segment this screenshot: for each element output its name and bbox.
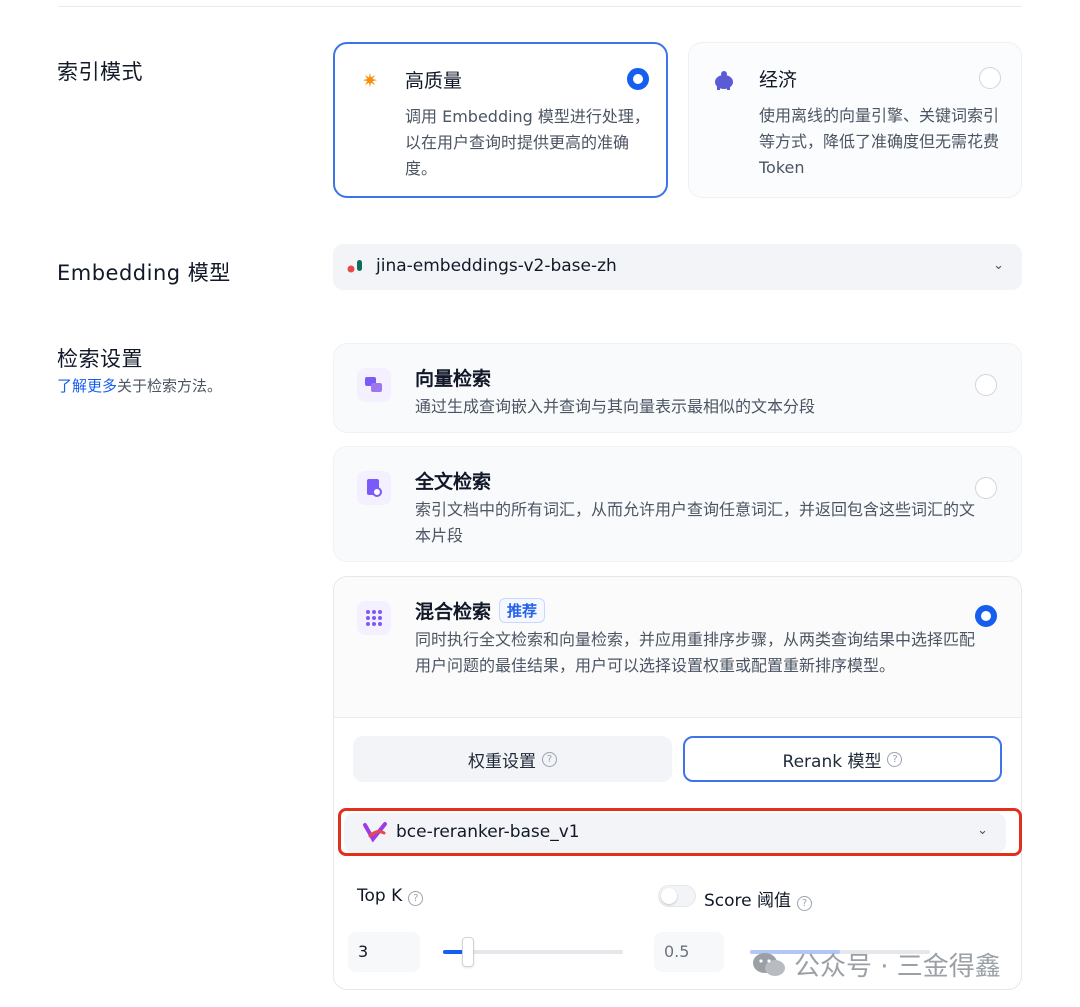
- mode-desc: 使用离线的向量引擎、关键词索引等方式，降低了准确度但无需花费 Token: [759, 106, 1000, 177]
- highlight-outline: [338, 808, 1022, 856]
- vector-search-icon: [357, 368, 391, 402]
- embedding-model-label: Embedding 模型: [57, 261, 231, 285]
- tab-rerank-model[interactable]: Rerank 模型?: [683, 736, 1002, 782]
- index-mode-label: 索引模式: [57, 60, 143, 84]
- jina-logo-icon: [347, 259, 365, 275]
- retrieval-radio-vector[interactable]: [975, 374, 997, 396]
- score-threshold-input[interactable]: 0.5: [654, 932, 724, 972]
- retrieval-radio-hybrid[interactable]: [975, 605, 997, 627]
- embedding-model-select[interactable]: jina-embeddings-v2-base-zh ⌄: [333, 244, 1022, 290]
- hybrid-header[interactable]: 混合检索 推荐 同时执行全文检索和向量检索，并应用重排序步骤，从两类查询结果中选择…: [334, 577, 1021, 718]
- watermark-text: 公众号 · 三金得鑫: [794, 952, 1001, 982]
- mode-radio-high-quality[interactable]: [627, 68, 649, 90]
- chevron-down-icon: ⌄: [993, 258, 1004, 273]
- retrieval-desc: 索引文档中的所有词汇，从而允许用户查询任意词汇，并返回包含这些词汇的文本片段: [415, 500, 976, 545]
- help-icon[interactable]: ?: [887, 751, 903, 767]
- retrieval-option-vector[interactable]: 向量检索 通过生成查询嵌入并查询与其向量表示最相似的文本分段: [333, 343, 1022, 433]
- retrieval-help-text: 了解更多关于检索方法。: [57, 377, 223, 395]
- hybrid-search-icon: [357, 601, 391, 635]
- retrieval-title: 全文检索: [415, 471, 492, 493]
- wechat-icon: [752, 951, 786, 979]
- help-icon[interactable]: ?: [408, 891, 424, 906]
- mode-title: 高质量: [405, 70, 463, 92]
- help-icon[interactable]: ?: [542, 751, 557, 767]
- sun-icon: ✷: [362, 70, 378, 92]
- piggy-bank-icon: [711, 67, 737, 93]
- top-k-slider[interactable]: [443, 937, 623, 967]
- retrieval-option-fulltext[interactable]: 全文检索 索引文档中的所有词汇，从而允许用户查询任意词汇，并返回包含这些词汇的文…: [333, 446, 1022, 562]
- mode-desc: 调用 Embedding 模型进行处理，以在用户查询时提供更高的准确度。: [405, 107, 650, 178]
- fulltext-search-icon: [357, 471, 391, 505]
- retrieval-desc: 通过生成查询嵌入并查询与其向量表示最相似的文本分段: [415, 397, 816, 416]
- embedding-model-value: jina-embeddings-v2-base-zh: [376, 256, 617, 276]
- top-k-slider-thumb[interactable]: [462, 937, 475, 967]
- toggle-knob: [661, 888, 677, 904]
- retrieval-title: 向量检索: [415, 368, 492, 390]
- help-icon[interactable]: ?: [797, 896, 813, 911]
- learn-more-link[interactable]: 了解更多: [57, 377, 117, 395]
- recommended-badge: 推荐: [499, 598, 546, 623]
- score-threshold-label: Score 阈值?: [704, 886, 813, 911]
- top-k-input[interactable]: 3: [348, 932, 420, 972]
- retrieval-radio-fulltext[interactable]: [975, 477, 997, 499]
- mode-title: 经济: [759, 69, 798, 91]
- retrieval-settings-label: 检索设置: [57, 347, 143, 371]
- tab-weight-settings[interactable]: 权重设置?: [353, 736, 672, 782]
- mode-card-economy[interactable]: 经济 使用离线的向量引擎、关键词索引等方式，降低了准确度但无需花费 Token: [688, 42, 1022, 198]
- mode-radio-economy[interactable]: [979, 67, 1001, 89]
- score-threshold-toggle[interactable]: [658, 885, 696, 907]
- retrieval-option-hybrid[interactable]: 混合检索 推荐 同时执行全文检索和向量检索，并应用重排序步骤，从两类查询结果中选择…: [333, 576, 1022, 990]
- top-k-label: Top K?: [357, 886, 424, 906]
- retrieval-title: 混合检索 推荐: [415, 597, 546, 624]
- top-divider: [58, 6, 1022, 7]
- watermark: 公众号 · 三金得鑫: [752, 946, 1001, 983]
- mode-card-high-quality[interactable]: ✷ 高质量 调用 Embedding 模型进行处理，以在用户查询时提供更高的准确…: [333, 42, 668, 198]
- retrieval-desc: 同时执行全文检索和向量检索，并应用重排序步骤，从两类查询结果中选择匹配用户问题的…: [415, 630, 976, 675]
